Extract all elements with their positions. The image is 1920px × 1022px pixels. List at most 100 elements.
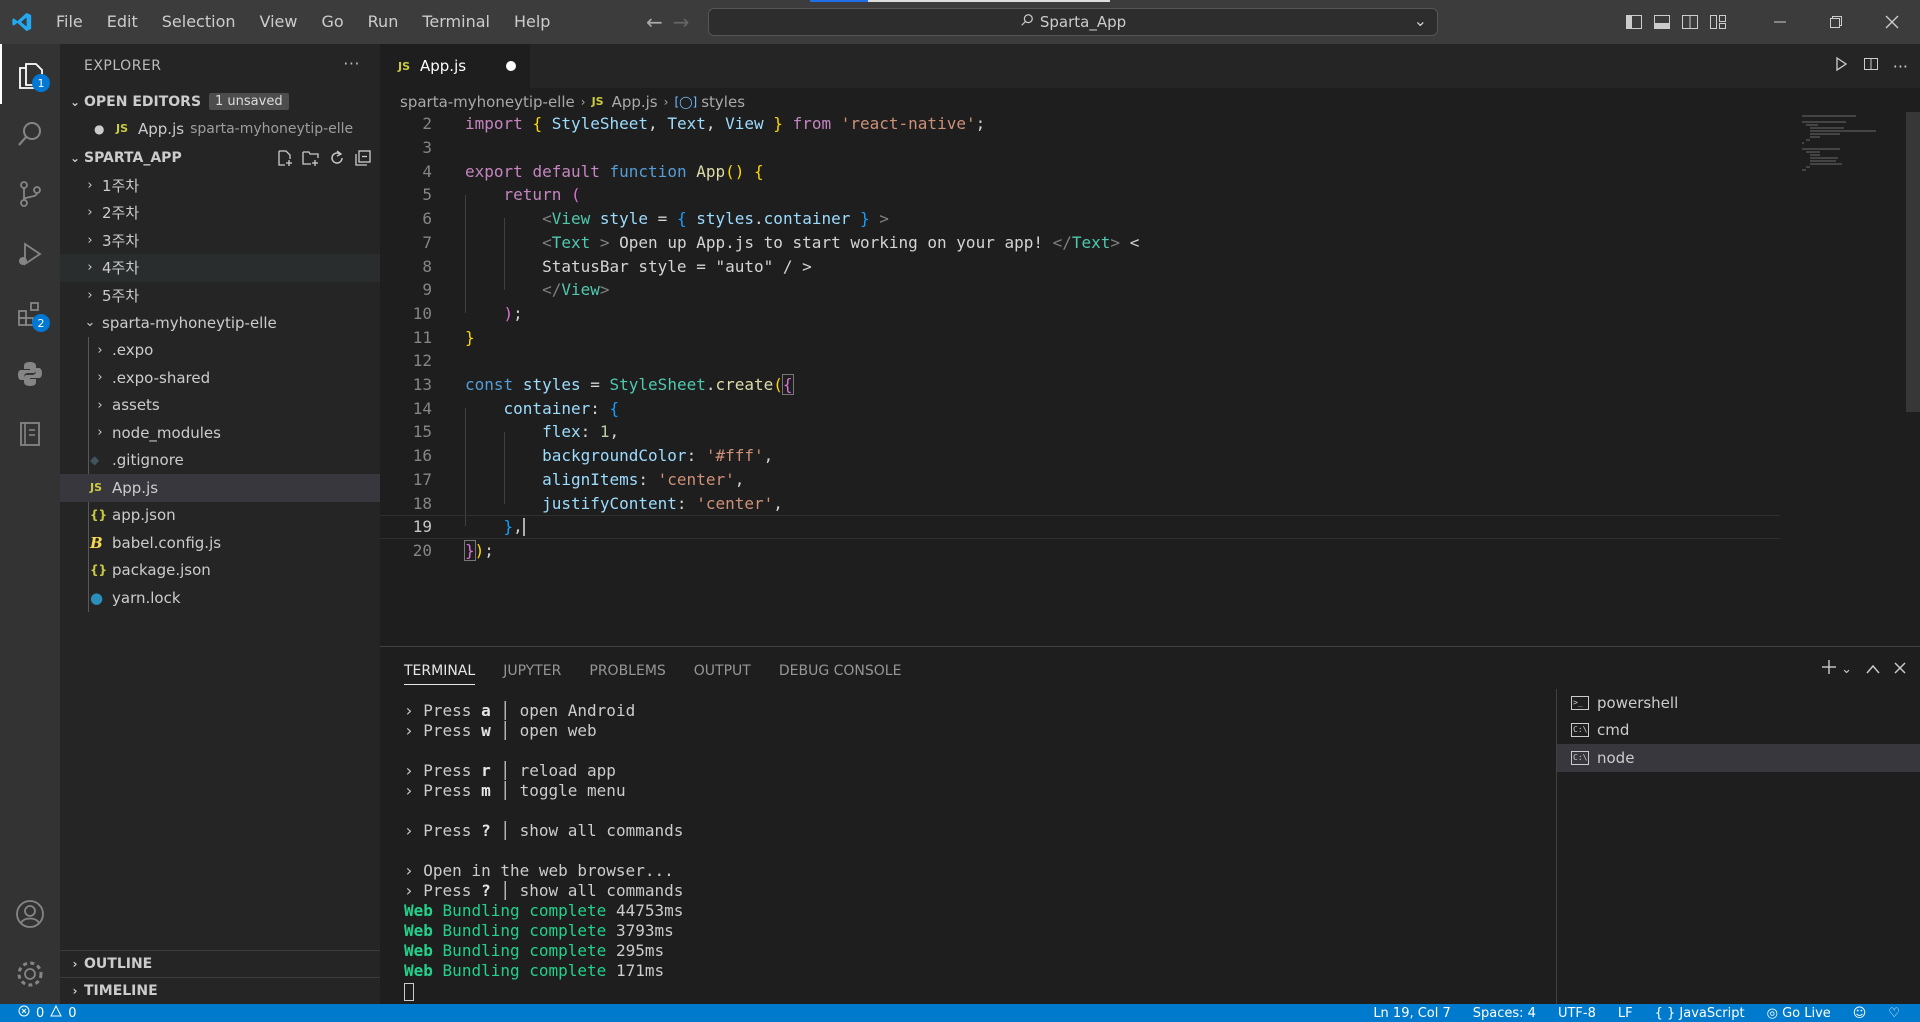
problems-status[interactable]: 0 0 xyxy=(18,1004,77,1022)
terminal-item-powershell[interactable]: >_ powershell xyxy=(1557,689,1920,717)
tab-problems[interactable]: PROBLEMS xyxy=(589,647,665,695)
close-window-icon[interactable] xyxy=(1864,0,1920,44)
bundle-line: Web Bundling complete 44753ms xyxy=(404,901,1504,921)
end-of-line[interactable]: LF xyxy=(1618,1006,1633,1021)
go-live-button[interactable]: ◎ Go Live xyxy=(1767,1006,1831,1021)
project-section[interactable]: ⌄ SPARTA_APP xyxy=(60,145,380,172)
file-gitignore[interactable]: ◆ .gitignore xyxy=(60,447,380,475)
folder-expo[interactable]: › .expo xyxy=(60,337,380,365)
account-icon[interactable] xyxy=(0,884,60,944)
folder-project[interactable]: ⌄ sparta-myhoneytip-elle xyxy=(60,309,380,337)
source-control-icon[interactable] xyxy=(0,164,60,224)
bundle-time: 171ms xyxy=(615,961,665,980)
timeline-section[interactable]: › TIMELINE xyxy=(60,977,380,1004)
chevron-down-icon[interactable]: ⌄ xyxy=(1841,662,1852,677)
line-number: 13 xyxy=(412,375,432,395)
code-line: 11} xyxy=(380,325,1780,349)
code-editor[interactable]: 2 import { StyleSheet, Text, View } from … xyxy=(380,112,1920,644)
folder-week-5[interactable]: › 5주차 xyxy=(60,282,380,310)
folder-expo-shared[interactable]: › .expo-shared xyxy=(60,364,380,392)
run-file-icon[interactable] xyxy=(1833,56,1849,76)
tab-debug-console[interactable]: DEBUG CONSOLE xyxy=(779,647,902,695)
file-app-json[interactable]: {} app.json xyxy=(60,502,380,530)
tab-output[interactable]: OUTPUT xyxy=(694,647,751,695)
indentation[interactable]: Spaces: 4 xyxy=(1473,1006,1536,1021)
tab-terminal[interactable]: TERMINAL xyxy=(404,647,476,695)
notebook-icon[interactable] xyxy=(0,404,60,464)
file-babel-config[interactable]: Bbabel.config.js xyxy=(60,529,380,557)
menu-view[interactable]: View xyxy=(248,0,310,44)
feedback-icon[interactable]: ☺ xyxy=(1853,1006,1867,1021)
breadcrumb-folder[interactable]: sparta-myhoneytip-elle xyxy=(400,93,575,111)
tab-jupyter[interactable]: JUPYTER xyxy=(503,647,561,695)
toggle-primary-sidebar-icon[interactable] xyxy=(1620,0,1648,44)
python-icon[interactable] xyxy=(0,344,60,404)
unsaved-dot-icon[interactable]: ● xyxy=(94,122,116,136)
menu-go[interactable]: Go xyxy=(309,0,355,44)
folder-week-3[interactable]: › 3주차 xyxy=(60,227,380,255)
terminal-output[interactable]: › Press a │ open Android › Press w │ ope… xyxy=(404,701,1504,1001)
manage-gear-icon[interactable] xyxy=(0,944,60,1004)
close-panel-icon[interactable] xyxy=(1894,660,1906,678)
collapse-all-icon[interactable] xyxy=(354,149,372,171)
folder-week-1[interactable]: › 1주차 xyxy=(60,172,380,200)
run-debug-icon[interactable] xyxy=(0,224,60,284)
unsaved-dot-icon[interactable] xyxy=(506,61,516,71)
terminal-item-cmd[interactable]: C:\ cmd xyxy=(1557,717,1920,745)
file-package-json[interactable]: {} package.json xyxy=(60,557,380,585)
breadcrumb-symbol[interactable]: styles xyxy=(701,93,745,111)
extensions-icon[interactable]: 2 xyxy=(0,284,60,344)
search-icon[interactable] xyxy=(0,104,60,164)
folder-assets[interactable]: › assets xyxy=(60,392,380,420)
breadcrumb-file[interactable]: App.js xyxy=(612,93,658,111)
open-editors-section[interactable]: ⌄ OPEN EDITORS 1 unsaved xyxy=(60,88,380,115)
explorer-icon[interactable]: 1 xyxy=(0,44,60,104)
folder-week-4[interactable]: › 4주차 xyxy=(60,254,380,282)
folder-week-2[interactable]: › 2주차 xyxy=(60,199,380,227)
menu-run[interactable]: Run xyxy=(356,0,411,44)
new-terminal-icon[interactable] xyxy=(1821,659,1837,679)
maximize-panel-icon[interactable] xyxy=(1866,660,1880,678)
back-arrow-icon[interactable]: ← xyxy=(646,10,663,34)
notifications-bell-icon[interactable]: ♡ xyxy=(1888,1006,1900,1021)
code-line: 9 </View> xyxy=(380,278,1780,302)
minimap[interactable] xyxy=(1796,112,1906,192)
more-actions-icon[interactable]: ··· xyxy=(1893,57,1908,76)
customize-layout-icon[interactable] xyxy=(1704,0,1732,44)
cmd-icon: C:\ xyxy=(1571,723,1589,738)
new-file-icon[interactable] xyxy=(276,149,294,171)
minimize-icon[interactable] xyxy=(1752,0,1808,44)
terminal-list: >_ powershell C:\ cmd C:\ node xyxy=(1556,689,1920,1005)
chevron-right-icon: › xyxy=(87,177,93,193)
menu-edit[interactable]: Edit xyxy=(95,0,150,44)
command-center[interactable]: Sparta_App ⌄ xyxy=(708,8,1438,36)
menu-help[interactable]: Help xyxy=(502,0,562,44)
split-editor-icon[interactable] xyxy=(1863,56,1879,76)
open-editor-item[interactable]: ● JS App.js sparta-myhoneytip-elle xyxy=(60,115,380,143)
file-yarn-lock[interactable]: ● yarn.lock xyxy=(60,584,380,612)
menu-file[interactable]: File xyxy=(44,0,95,44)
code-line: 6 <View style = { styles.container } > xyxy=(380,207,1780,231)
toggle-secondary-sidebar-icon[interactable] xyxy=(1676,0,1704,44)
cursor-position[interactable]: Ln 19, Col 7 xyxy=(1373,1006,1450,1021)
chevron-down-icon[interactable]: ⌄ xyxy=(1414,11,1427,30)
language-mode[interactable]: { } JavaScript xyxy=(1655,1006,1745,1021)
key-label: ? xyxy=(481,881,491,900)
menu-selection[interactable]: Selection xyxy=(150,0,248,44)
menu-terminal[interactable]: Terminal xyxy=(410,0,502,44)
file-app-js[interactable]: JS App.js xyxy=(60,474,380,502)
forward-arrow-icon[interactable]: → xyxy=(673,10,690,34)
outline-section[interactable]: › OUTLINE xyxy=(60,950,380,977)
tab-app-js[interactable]: JS App.js xyxy=(380,44,530,88)
vertical-scrollbar[interactable] xyxy=(1906,112,1920,412)
toggle-panel-icon[interactable] xyxy=(1648,0,1676,44)
restore-icon[interactable] xyxy=(1808,0,1864,44)
encoding[interactable]: UTF-8 xyxy=(1558,1006,1596,1021)
folder-node-modules[interactable]: › node_modules xyxy=(60,419,380,447)
more-actions-icon[interactable]: ··· xyxy=(343,54,360,73)
refresh-icon[interactable] xyxy=(328,149,346,171)
code-line: 10 ); xyxy=(380,302,1780,326)
chevron-right-icon: › xyxy=(580,94,586,109)
terminal-item-node[interactable]: C:\ node xyxy=(1557,744,1920,772)
new-folder-icon[interactable] xyxy=(302,149,320,171)
